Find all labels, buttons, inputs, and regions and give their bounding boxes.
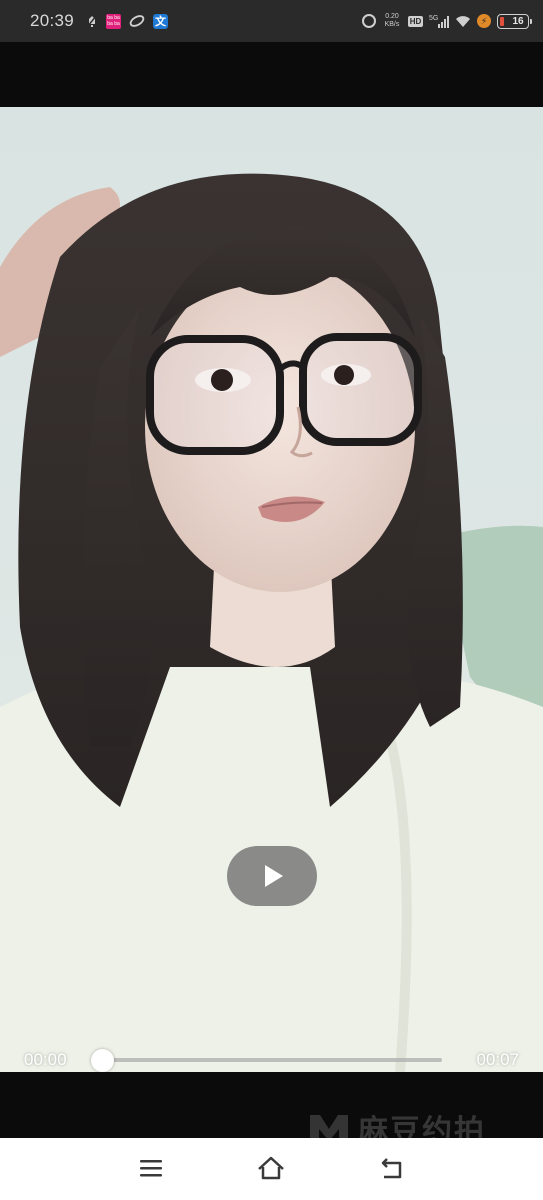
home-icon — [258, 1156, 284, 1180]
total-duration: 00:07 — [476, 1050, 519, 1069]
menu-button[interactable] — [133, 1152, 169, 1184]
back-icon — [381, 1158, 402, 1179]
navigation-bar — [0, 1138, 543, 1200]
pink-app-icon: ba ba ba ba — [106, 13, 122, 29]
charging-icon: ⚡ — [477, 14, 491, 28]
current-time: 00:00 — [24, 1050, 67, 1069]
translate-app-icon: 文 — [153, 13, 169, 29]
seek-thumb[interactable] — [91, 1048, 114, 1072]
signal-5g-icon: 5G — [429, 14, 449, 28]
battery-level: 16 — [512, 15, 524, 27]
play-button[interactable] — [227, 846, 317, 906]
video-player[interactable]: 00:00 00:07 — [0, 107, 543, 1072]
play-icon — [265, 865, 283, 887]
playback-controls: 00:00 00:07 — [0, 1040, 543, 1072]
system-icons: 0.20 KB/s HD 5G ⚡ 16 — [362, 13, 532, 29]
leaf-app-icon — [129, 14, 145, 28]
status-bar: 20:39 ba ba ba ba 文 0.20 KB/s HD 5G ⚡ 16 — [0, 0, 543, 42]
battery-icon: 16 — [497, 13, 532, 29]
network-speed: 0.20 KB/s — [382, 13, 402, 29]
notification-icons: ba ba ba ba 文 — [86, 13, 169, 29]
menu-icon — [140, 1160, 162, 1177]
status-clock: 20:39 — [30, 11, 75, 30]
back-button[interactable] — [374, 1152, 410, 1184]
wifi-icon — [455, 14, 471, 28]
alarm-icon — [362, 14, 376, 28]
hd-voice-icon: HD — [408, 15, 423, 27]
network-speed-value: 0.20 — [385, 13, 399, 20]
seek-bar[interactable] — [102, 1058, 442, 1062]
battery-fill — [500, 16, 504, 26]
signal-5g-label: 5G — [429, 15, 438, 22]
network-speed-unit: KB/s — [384, 21, 400, 28]
home-button[interactable] — [253, 1152, 289, 1184]
video-frame-image — [0, 173, 543, 1072]
mute-icon — [86, 14, 98, 28]
